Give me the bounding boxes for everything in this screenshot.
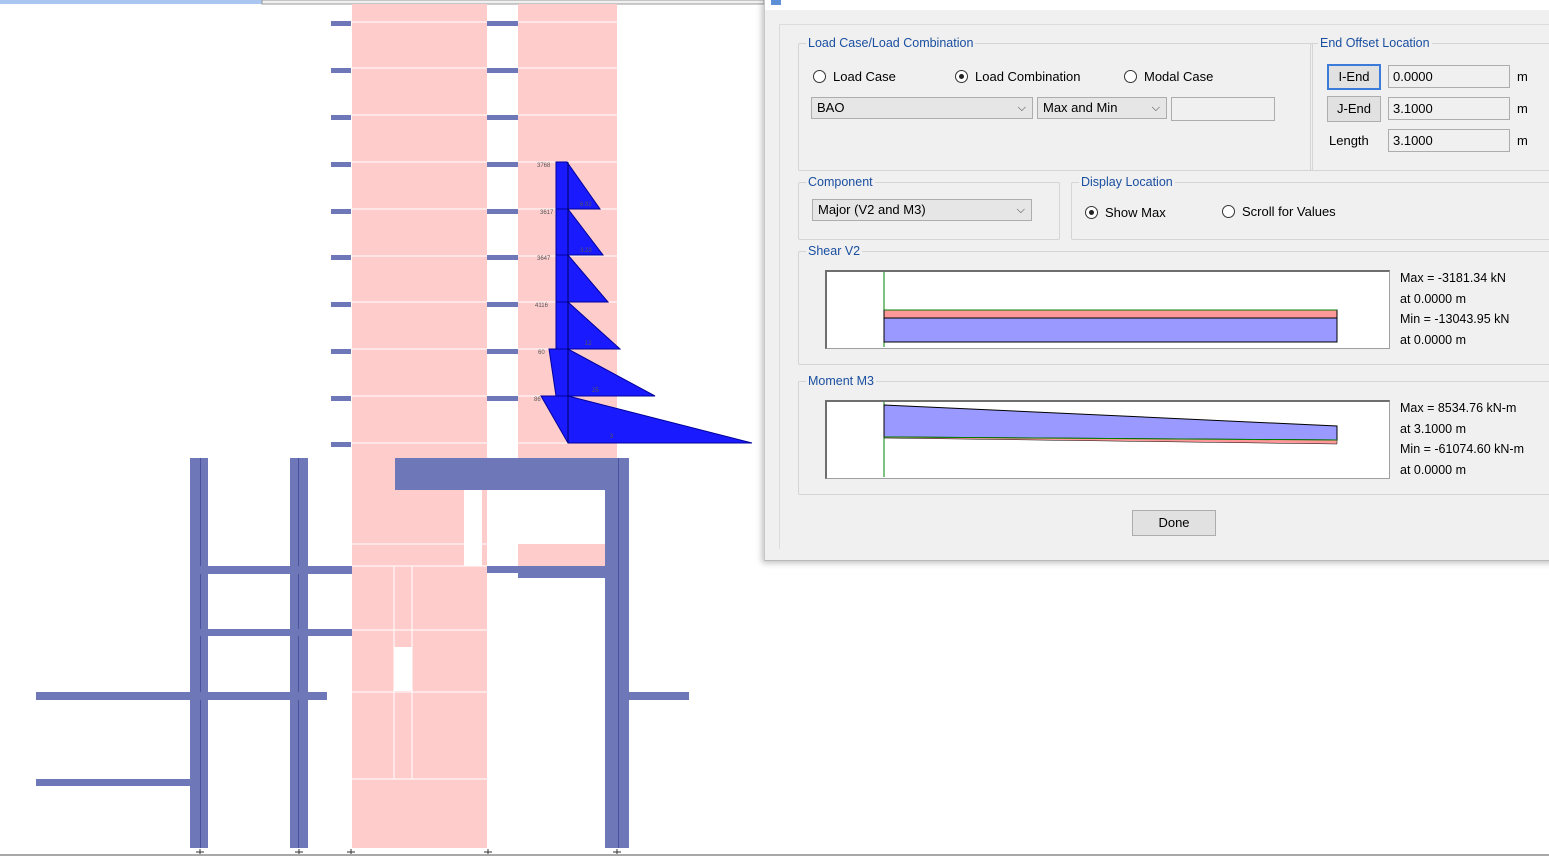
svg-text:3768: 3768 bbox=[537, 163, 551, 169]
shear-min-at: at 0.0000 m bbox=[1400, 332, 1467, 347]
i-end-button[interactable]: I-End bbox=[1327, 64, 1381, 90]
moment-max: Max = 8534.76 kN-m bbox=[1400, 401, 1517, 415]
svg-text:6.92: 6.92 bbox=[580, 202, 592, 208]
chevron-down-icon: ⌵ bbox=[1151, 102, 1160, 114]
end-offset-group: End Offset Location I-End 0.0000 m J-End… bbox=[1310, 36, 1549, 171]
radio-unselected-icon bbox=[813, 70, 826, 83]
length-field[interactable]: 3.1000 bbox=[1388, 129, 1510, 152]
svg-text:4116: 4116 bbox=[535, 303, 549, 309]
j-end-button[interactable]: J-End bbox=[1327, 96, 1381, 122]
component-group-title: Component bbox=[806, 175, 875, 189]
moment-max-at: at 3.1000 m bbox=[1400, 421, 1467, 436]
component-select[interactable]: Major (V2 and M3) ⌵ bbox=[812, 199, 1032, 221]
svg-text:25: 25 bbox=[592, 388, 599, 394]
moment-plot[interactable] bbox=[825, 400, 1390, 479]
length-label: Length bbox=[1329, 133, 1369, 148]
shear-max-at: at 0.0000 m bbox=[1400, 291, 1467, 306]
component-group: Component Major (V2 and M3) ⌵ bbox=[798, 175, 1060, 240]
svg-text:12: 12 bbox=[585, 341, 592, 347]
svg-text:3.23: 3.23 bbox=[580, 248, 592, 254]
transfer-beam bbox=[395, 458, 629, 490]
radio-load-combination[interactable]: Load Combination bbox=[955, 69, 1081, 84]
radio-modal-case[interactable]: Modal Case bbox=[1124, 69, 1213, 84]
chevron-down-icon: ⌵ bbox=[1016, 204, 1025, 216]
shear-v2-group-title: Shear V2 bbox=[806, 244, 863, 258]
moment-m3-group: Moment M3 Max = 8534.76 kN-m at 3.1000 m… bbox=[798, 374, 1549, 495]
wall-panel-right-low bbox=[518, 544, 617, 566]
dialog-body: Load Case/Load Combination Load Case Loa… bbox=[779, 24, 1549, 549]
load-case-select[interactable]: BAO ⌵ bbox=[811, 97, 1033, 119]
svg-text:86: 86 bbox=[534, 397, 541, 403]
moment-min: Min = -61074.60 kN-m bbox=[1400, 442, 1525, 456]
wall-opening bbox=[464, 488, 482, 566]
shear-stats: Max = -3181.34 kN at 0.0000 m Min = -130… bbox=[1400, 268, 1509, 350]
radio-show-max[interactable]: Show Max bbox=[1085, 205, 1166, 220]
wall-opening-2 bbox=[394, 647, 412, 691]
i-end-unit: m bbox=[1517, 69, 1528, 84]
step-field[interactable] bbox=[1171, 97, 1275, 121]
radio-selected-icon bbox=[1085, 206, 1098, 219]
wall-panel-left bbox=[352, 4, 487, 848]
shear-min: Min = -13043.95 kN bbox=[1400, 312, 1510, 326]
moment-min-at: at 0.0000 m bbox=[1400, 462, 1467, 477]
j-end-field[interactable]: 3.1000 bbox=[1388, 97, 1510, 120]
done-button[interactable]: Done bbox=[1132, 510, 1216, 536]
force-diagram bbox=[540, 161, 753, 444]
display-location-group-title: Display Location bbox=[1079, 175, 1175, 189]
radio-selected-icon bbox=[955, 70, 968, 83]
moment-stats: Max = 8534.76 kN-m at 3.1000 m Min = -61… bbox=[1400, 398, 1524, 480]
dialog-title-bar[interactable] bbox=[765, 0, 1549, 10]
i-end-field[interactable]: 0.0000 bbox=[1388, 65, 1510, 88]
radio-scroll-values[interactable]: Scroll for Values bbox=[1222, 204, 1336, 219]
column-1 bbox=[190, 458, 208, 848]
radio-unselected-icon bbox=[1124, 70, 1137, 83]
app-icon bbox=[771, 0, 781, 5]
svg-text:3617: 3617 bbox=[540, 210, 554, 216]
shear-max: Max = -3181.34 kN bbox=[1400, 271, 1506, 285]
shear-v2-group: Shear V2 Max = -3181.34 kN at 0.0000 m M… bbox=[798, 244, 1549, 365]
moment-m3-group-title: Moment M3 bbox=[806, 374, 876, 388]
envelope-select[interactable]: Max and Min ⌵ bbox=[1037, 97, 1167, 119]
radio-load-case[interactable]: Load Case bbox=[813, 69, 896, 84]
svg-text:60: 60 bbox=[538, 350, 545, 356]
frame-diagram-dialog: Load Case/Load Combination Load Case Loa… bbox=[764, 0, 1549, 561]
shear-plot[interactable] bbox=[825, 270, 1390, 349]
load-case-group-title: Load Case/Load Combination bbox=[806, 36, 976, 50]
length-unit: m bbox=[1517, 133, 1528, 148]
column-right bbox=[605, 458, 629, 848]
load-case-group: Load Case/Load Combination Load Case Loa… bbox=[798, 36, 1313, 171]
j-end-unit: m bbox=[1517, 101, 1528, 116]
svg-text:3647: 3647 bbox=[537, 256, 551, 262]
chevron-down-icon: ⌵ bbox=[1017, 102, 1026, 114]
end-offset-group-title: End Offset Location bbox=[1318, 36, 1432, 50]
radio-unselected-icon bbox=[1222, 205, 1235, 218]
display-location-group: Display Location Show Max Scroll for Val… bbox=[1071, 175, 1549, 240]
